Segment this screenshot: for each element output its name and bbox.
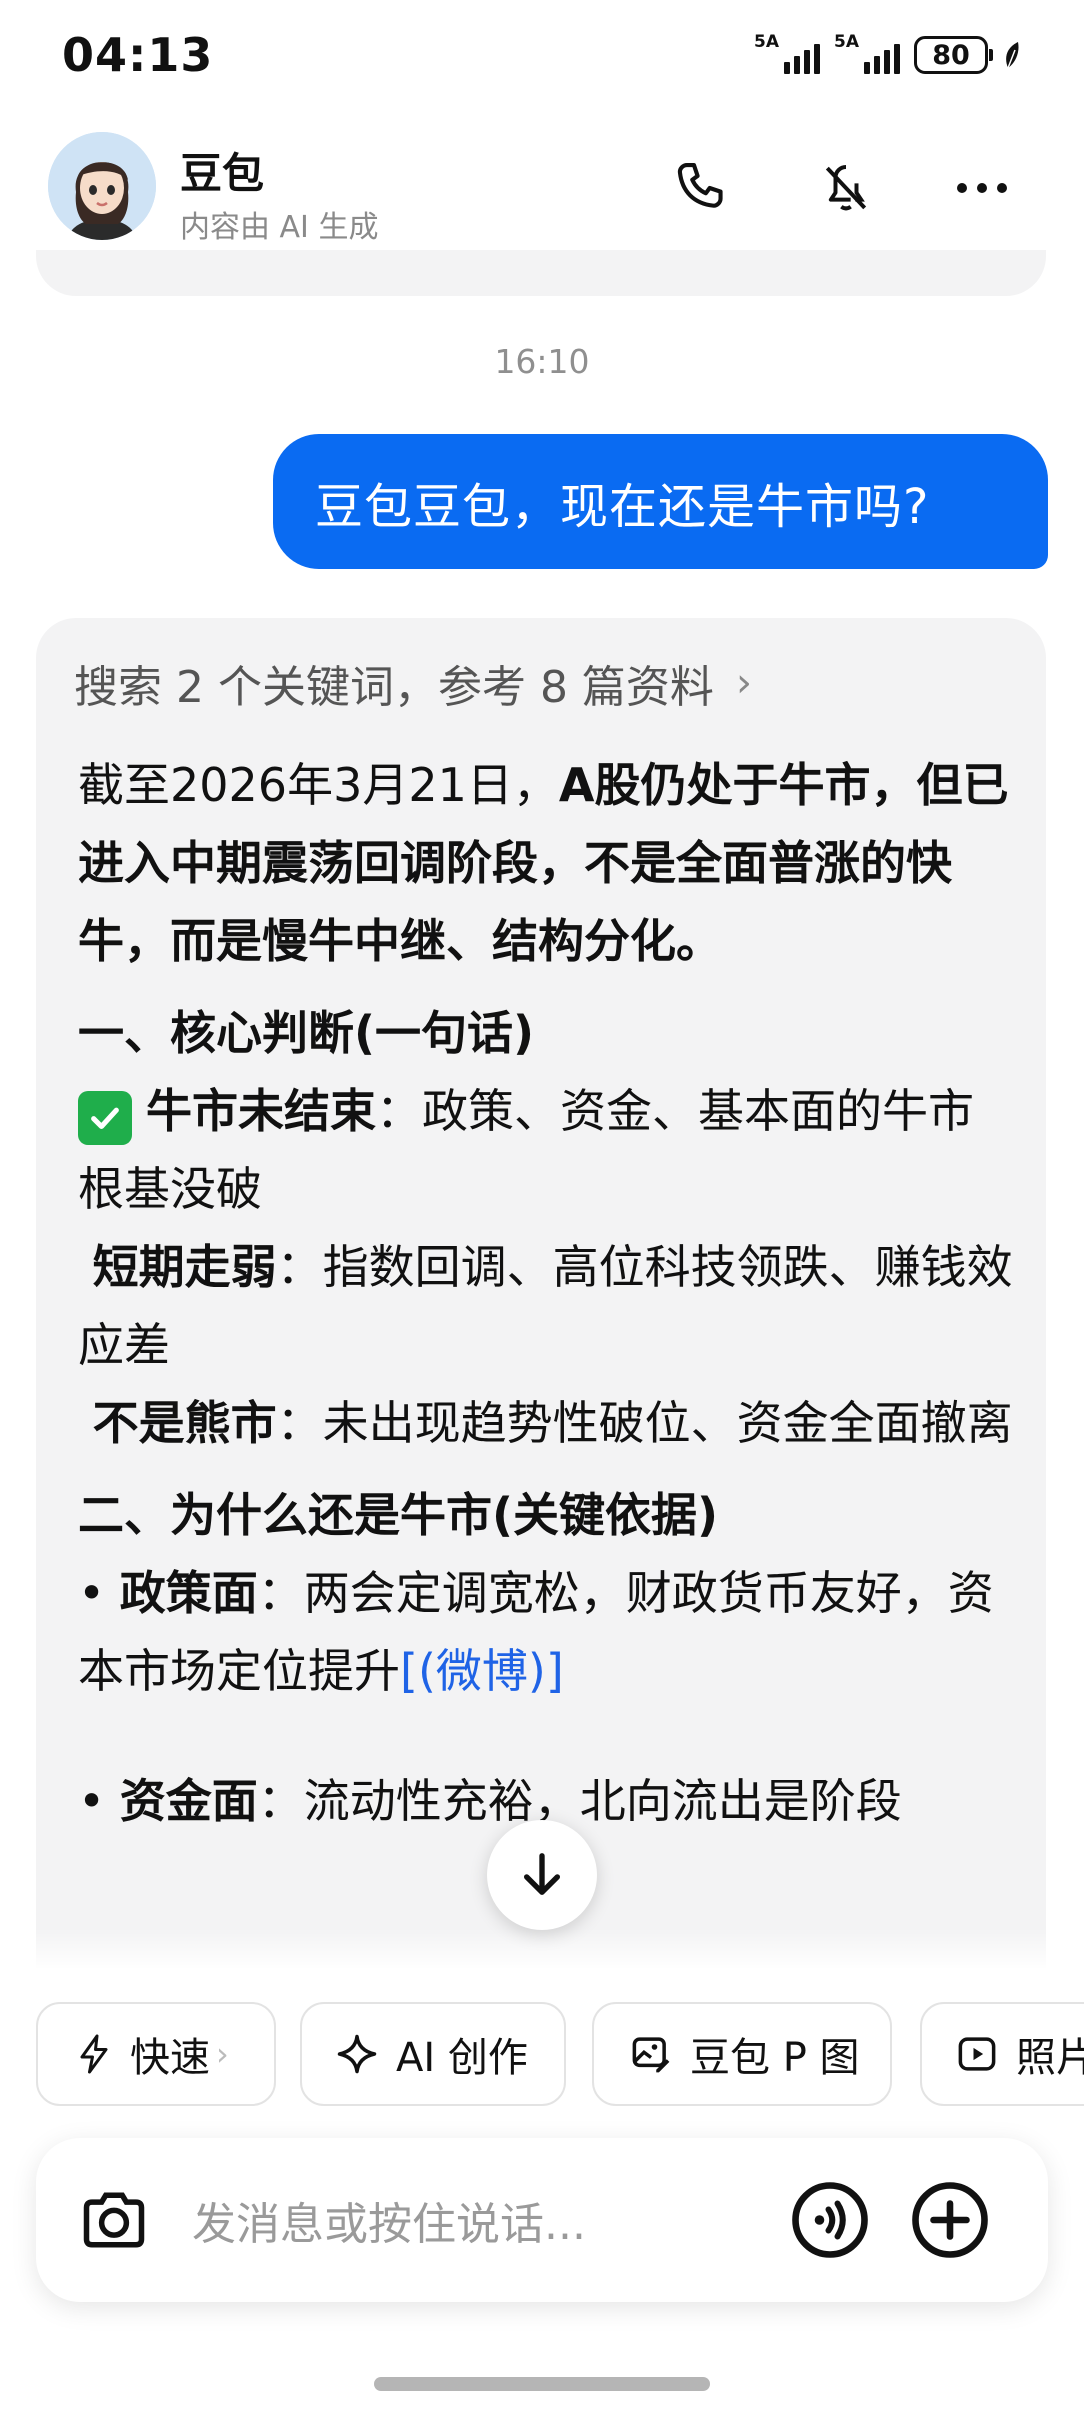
camera-icon bbox=[83, 2192, 145, 2248]
source-link[interactable]: [(微博)] bbox=[400, 1644, 564, 1698]
judgement-text: ：未出现趋势性破位、资金全面撤离 bbox=[276, 1396, 1013, 1450]
chip-label: 快速 bbox=[130, 2035, 210, 2081]
judgement-item: 短期走弱：指数回调、高位科技领跌、赚钱效应差 bbox=[78, 1228, 1018, 1384]
camera-button[interactable] bbox=[72, 2178, 156, 2262]
chip-label: AI 创作 bbox=[396, 2035, 528, 2081]
chevron-right-icon: › bbox=[216, 2035, 229, 2073]
add-button[interactable] bbox=[908, 2178, 992, 2262]
message-input[interactable]: 发消息或按住说话... bbox=[192, 2188, 586, 2252]
bot-name: 豆包 bbox=[180, 149, 265, 198]
sim1-label: 5A bbox=[754, 32, 779, 52]
status-time: 04:13 bbox=[62, 28, 214, 82]
chevron-right-icon: › bbox=[735, 660, 752, 706]
chip-ai-create[interactable]: AI 创作 bbox=[300, 2002, 566, 2106]
voice-icon bbox=[792, 2182, 868, 2258]
avatar-image bbox=[48, 132, 156, 240]
image-edit-icon bbox=[630, 2033, 672, 2075]
search-references-text: 搜索 2 个关键词，参考 8 篇资料 bbox=[74, 662, 714, 713]
home-indicator[interactable] bbox=[374, 2377, 710, 2391]
reason-title: 资金面 bbox=[119, 1774, 258, 1828]
content-fade bbox=[36, 1928, 1046, 1968]
message-timestamp: 16:10 bbox=[494, 342, 590, 381]
status-icons: 5A 5A 80 bbox=[754, 32, 1022, 78]
checkmark-icon bbox=[78, 1091, 132, 1145]
call-button[interactable] bbox=[660, 148, 740, 228]
bottom-panel: 快速 › AI 创作 豆包 P 图 照片 发消息或按住说话... bbox=[0, 1968, 1084, 2412]
avatar[interactable] bbox=[48, 132, 156, 240]
message-input-bar: 发消息或按住说话... bbox=[36, 2138, 1048, 2302]
reason-title: 政策面 bbox=[119, 1566, 258, 1620]
signal-icon: 5A bbox=[834, 34, 900, 76]
reason-text: ：流动性充裕，北向流出是阶段 bbox=[257, 1774, 902, 1828]
status-bar: 04:13 5A 5A 80 bbox=[0, 0, 1084, 110]
chip-label: 照片 bbox=[1016, 2035, 1084, 2081]
more-button[interactable] bbox=[942, 148, 1022, 228]
voice-button[interactable] bbox=[788, 2178, 872, 2262]
judgement-item: 不是熊市：未出现趋势性破位、资金全面撤离 bbox=[78, 1384, 1018, 1462]
arrow-down-icon bbox=[523, 1853, 561, 1895]
scroll-to-bottom-button[interactable] bbox=[487, 1820, 597, 1930]
ai-answer-card: 搜索 2 个关键词，参考 8 篇资料 › 截至2026年3月21日，A股仍处于牛… bbox=[36, 618, 1046, 1968]
chip-image-edit[interactable]: 豆包 P 图 bbox=[592, 2002, 892, 2106]
answer-intro: 截至2026年3月21日，A股仍处于牛市，但已进入中期震荡回调阶段，不是全面普涨… bbox=[78, 746, 1018, 980]
lightning-icon bbox=[76, 2033, 112, 2075]
judgement-item: 牛市未结束：政策、资金、基本面的牛市根基没破 bbox=[78, 1072, 1018, 1228]
phone-icon bbox=[677, 162, 723, 208]
battery-icon: 80 bbox=[914, 36, 993, 74]
section-heading: 一、核心判断(一句话) bbox=[78, 1006, 535, 1060]
intro-plain: 截至2026年3月21日， bbox=[78, 758, 559, 812]
signal-icon: 5A bbox=[754, 34, 820, 76]
battery-level: 80 bbox=[932, 39, 970, 71]
judgement-title: 牛市未结束 bbox=[146, 1084, 376, 1138]
sim2-label: 5A bbox=[834, 32, 859, 52]
search-references-link[interactable]: 搜索 2 个关键词，参考 8 篇资料 › bbox=[74, 648, 752, 718]
ai-answer-body: 截至2026年3月21日，A股仍处于牛市，但已进入中期震荡回调阶段，不是全面普涨… bbox=[78, 746, 1018, 1840]
more-icon bbox=[957, 183, 1007, 193]
video-icon bbox=[956, 2033, 998, 2075]
user-message-bubble[interactable]: 豆包豆包，现在还是牛市吗? bbox=[273, 434, 1048, 569]
mute-icon bbox=[825, 165, 867, 211]
sparkle-icon bbox=[336, 2033, 378, 2075]
quick-action-row: 快速 › AI 创作 豆包 P 图 照片 bbox=[36, 2002, 1084, 2108]
section-heading: 二、为什么还是牛市(关键依据) bbox=[78, 1488, 719, 1542]
leaf-icon bbox=[1006, 42, 1019, 69]
judgement-title: 短期走弱 bbox=[92, 1240, 277, 1294]
previous-message-card bbox=[36, 250, 1046, 296]
chip-fast[interactable]: 快速 › bbox=[36, 2002, 276, 2106]
mute-button[interactable] bbox=[806, 148, 886, 228]
ai-generated-note: 内容由 AI 生成 bbox=[180, 210, 379, 245]
chip-photo[interactable]: 照片 bbox=[920, 2002, 1084, 2106]
chat-header: 豆包 内容由 AI 生成 bbox=[0, 120, 1084, 260]
chip-label: 豆包 P 图 bbox=[690, 2035, 860, 2081]
user-message-text: 豆包豆包，现在还是牛市吗? bbox=[315, 478, 930, 535]
judgement-title: 不是熊市 bbox=[92, 1396, 277, 1450]
plus-circle-icon bbox=[912, 2182, 988, 2258]
reason-bullet: • 政策面：两会定调宽松，财政货币友好，资本市场定位提升[(微博)] bbox=[78, 1566, 994, 1698]
